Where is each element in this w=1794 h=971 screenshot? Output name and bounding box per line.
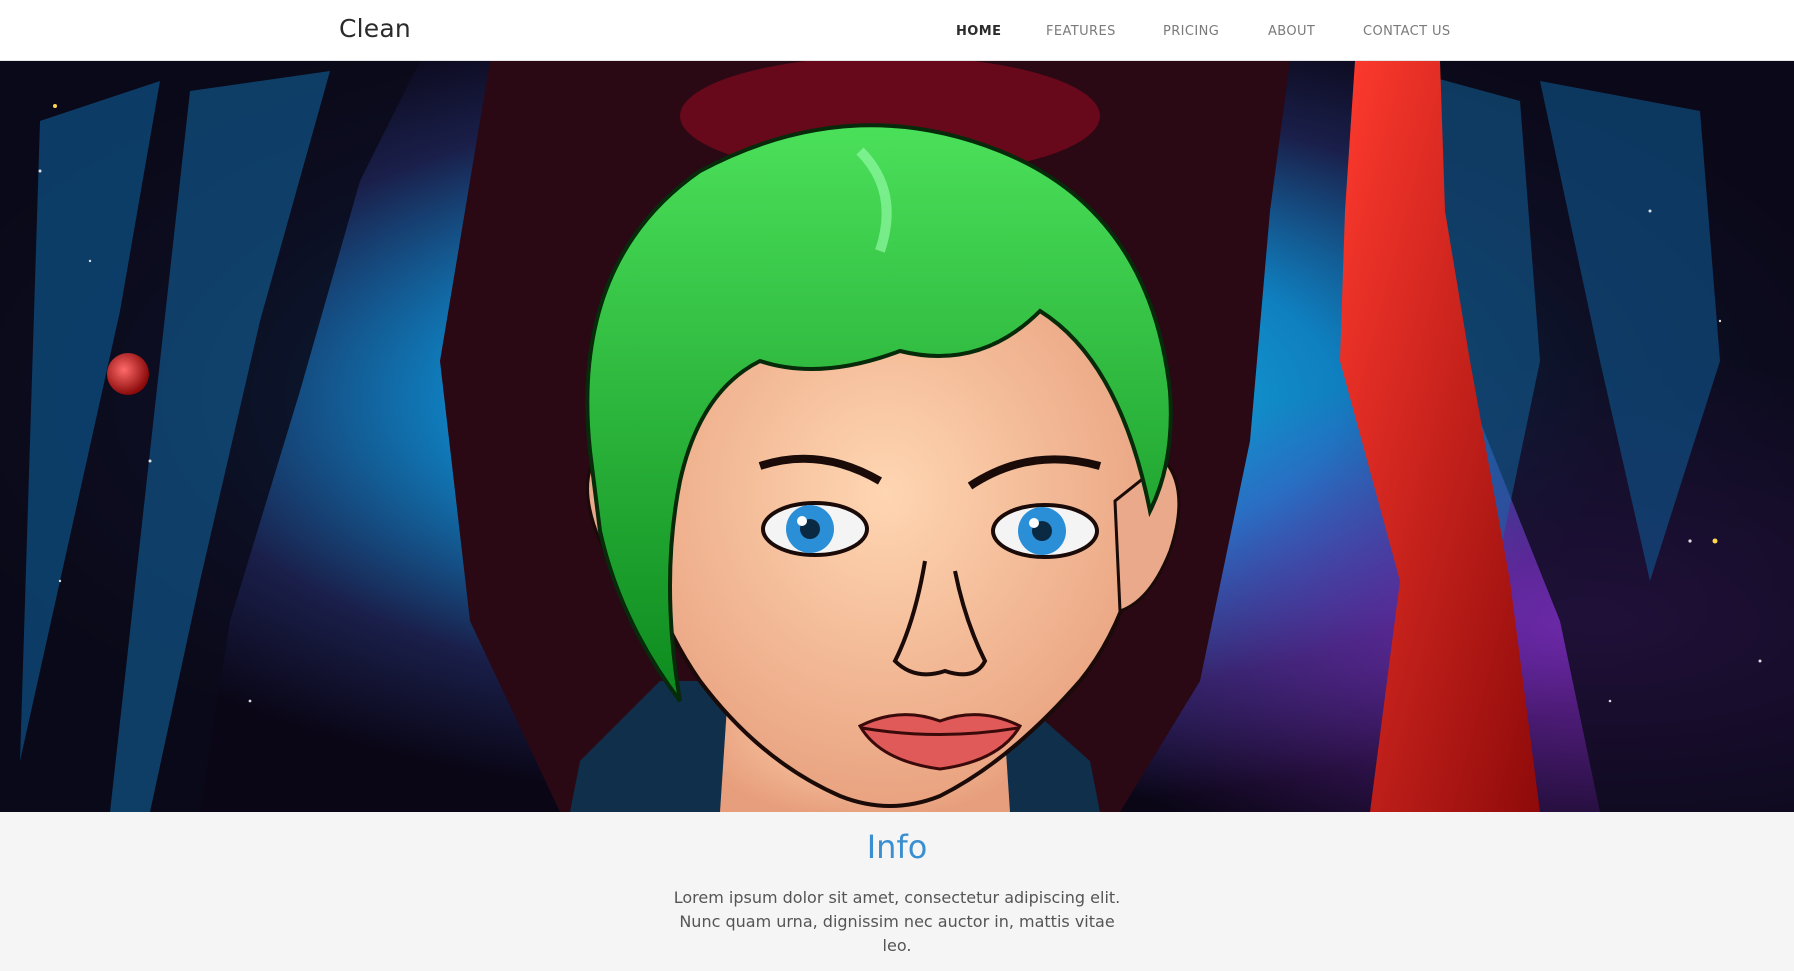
nav-pricing[interactable]: PRICING	[1163, 24, 1219, 39]
nav-home[interactable]: HOME	[956, 24, 1001, 39]
info-title: Info	[866, 828, 928, 866]
hero-illustration	[0, 61, 1794, 812]
info-section: Info Lorem ipsum dolor sit amet, consect…	[0, 812, 1794, 971]
main-nav: HOME FEATURES PRICING ABOUT CONTACT US	[0, 24, 1794, 44]
info-description: Lorem ipsum dolor sit amet, consectetur …	[673, 888, 1121, 955]
red-planet-icon	[107, 353, 149, 395]
nav-contact-us[interactable]: CONTACT US	[1363, 24, 1451, 39]
nav-features[interactable]: FEATURES	[1046, 24, 1116, 39]
nav-about[interactable]: ABOUT	[1268, 24, 1315, 39]
hero-banner	[0, 61, 1794, 812]
top-navbar: Clean HOME FEATURES PRICING ABOUT CONTAC…	[0, 0, 1794, 61]
